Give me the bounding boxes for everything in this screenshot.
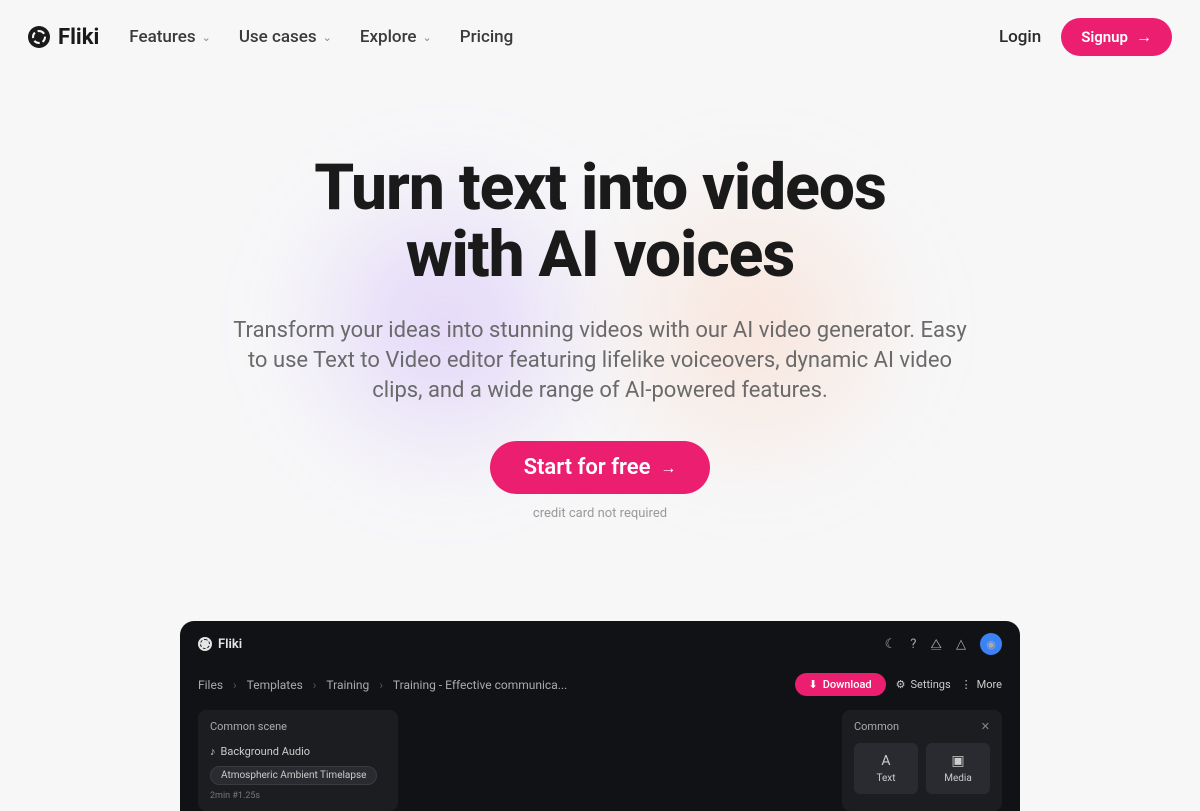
right-panel: Common ✕ AText ▣Media (842, 710, 1002, 811)
gear-icon: ⚙ (896, 678, 906, 691)
start-free-button[interactable]: Start for free→ (490, 441, 711, 494)
chevron-down-icon: ⌄ (202, 31, 211, 44)
app-breadcrumb-bar: Files› Templates› Training› Training - E… (180, 667, 1020, 710)
tile-text[interactable]: AText (854, 743, 918, 794)
login-link[interactable]: Login (999, 27, 1041, 47)
settings-button[interactable]: ⚙Settings (896, 678, 951, 691)
right-panel-title: Common (854, 720, 899, 733)
nav-features[interactable]: Features⌄ (129, 27, 211, 47)
chevron-down-icon: ⌄ (323, 31, 332, 44)
nav-pricing[interactable]: Pricing (460, 27, 514, 47)
music-icon: ♪ (210, 745, 216, 758)
app-body: Common scene ♪Background Audio Atmospher… (180, 710, 1020, 811)
media-icon: ▣ (932, 753, 984, 769)
hero: Turn text into videos with AI voices Tra… (0, 74, 1200, 561)
audio-tag[interactable]: Atmospheric Ambient Timelapse (210, 766, 377, 785)
breadcrumb-training[interactable]: Training (326, 678, 369, 692)
hero-title: Turn text into videos with AI voices (20, 154, 1180, 288)
logo-icon (28, 26, 50, 48)
text-icon: A (860, 753, 912, 769)
left-panel-title: Common scene (210, 720, 386, 733)
app-logo: Fliki (198, 637, 242, 652)
brand-name: Fliki (58, 25, 99, 50)
help-icon[interactable]: ? (910, 637, 916, 652)
nav-items: Features⌄ Use cases⌄ Explore⌄ Pricing (129, 27, 969, 47)
close-icon[interactable]: ✕ (981, 720, 990, 733)
breadcrumb-files[interactable]: Files (198, 678, 223, 692)
flame-icon[interactable]: ⧋ (930, 637, 942, 652)
app-topbar-icons: ☾ ? ⧋ △ ◉ (885, 633, 1002, 655)
avatar[interactable]: ◉ (980, 633, 1002, 655)
tiles: AText ▣Media (854, 743, 990, 794)
nav-use-cases[interactable]: Use cases⌄ (239, 27, 332, 47)
app-topbar: Fliki ☾ ? ⧋ △ ◉ (180, 621, 1020, 667)
tile-media[interactable]: ▣Media (926, 743, 990, 794)
hero-subtitle: Transform your ideas into stunning video… (230, 316, 970, 405)
left-panel: Common scene ♪Background Audio Atmospher… (198, 710, 398, 811)
signup-button[interactable]: Signup→ (1061, 18, 1172, 56)
app-preview: Fliki ☾ ? ⧋ △ ◉ Files› Templates› Traini… (180, 621, 1020, 811)
download-icon: ⬇ (809, 678, 818, 691)
dots-icon: ⋮ (961, 678, 972, 691)
breadcrumb-templates[interactable]: Templates (247, 678, 303, 692)
arrow-right-icon: → (1136, 27, 1152, 47)
top-nav: Fliki Features⌄ Use cases⌄ Explore⌄ Pric… (0, 0, 1200, 74)
nav-explore[interactable]: Explore⌄ (360, 27, 432, 47)
center-canvas (412, 710, 828, 780)
app-actions: ⬇Download ⚙Settings ⋮More (795, 673, 1003, 696)
chevron-down-icon: ⌄ (423, 31, 432, 44)
logo[interactable]: Fliki (28, 25, 99, 50)
background-audio-item[interactable]: ♪Background Audio (210, 741, 386, 762)
arrow-right-icon: → (660, 458, 676, 478)
more-button[interactable]: ⋮More (961, 678, 1002, 691)
download-button[interactable]: ⬇Download (795, 673, 886, 696)
bell-icon[interactable]: △ (956, 637, 966, 652)
moon-icon[interactable]: ☾ (885, 637, 897, 652)
nav-right: Login Signup→ (999, 18, 1172, 56)
hero-note: credit card not required (20, 506, 1180, 521)
breadcrumb-current[interactable]: Training - Effective communica... (393, 678, 567, 692)
logo-icon (198, 637, 212, 651)
